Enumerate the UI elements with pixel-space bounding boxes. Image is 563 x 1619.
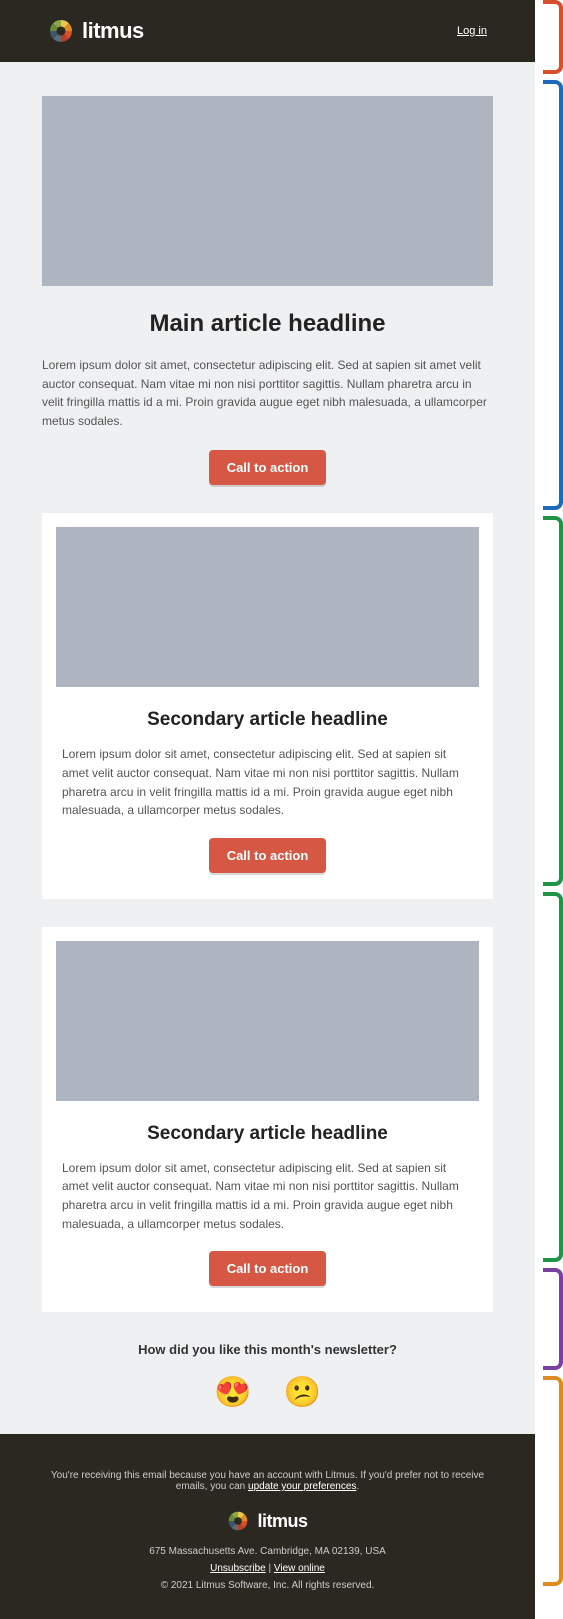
- unsubscribe-link[interactable]: Unsubscribe: [210, 1563, 266, 1574]
- logo-icon: [227, 1510, 249, 1532]
- footer-separator: |: [266, 1563, 274, 1574]
- feedback-section: How did you like this month's newsletter…: [0, 1312, 535, 1410]
- email-footer: You're receiving this email because you …: [0, 1434, 535, 1619]
- card-body-text: Lorem ipsum dolor sit amet, consectetur …: [56, 1159, 479, 1233]
- card-headline: Secondary article headline: [56, 709, 479, 731]
- feedback-negative-icon[interactable]: 😕: [284, 1375, 321, 1410]
- feedback-positive-icon[interactable]: 😍: [214, 1375, 251, 1410]
- card-headline: Secondary article headline: [56, 1123, 479, 1145]
- footer-copyright: © 2021 Litmus Software, Inc. All rights …: [48, 1580, 487, 1591]
- main-article-image: [42, 96, 493, 286]
- card-image: [56, 941, 479, 1101]
- email-header: litmus Log in: [0, 0, 535, 62]
- brand-name: litmus: [82, 18, 144, 44]
- card-cta-button[interactable]: Call to action: [209, 838, 327, 873]
- main-cta-button[interactable]: Call to action: [209, 450, 327, 485]
- section-bracket: [543, 0, 563, 74]
- main-headline: Main article headline: [42, 310, 493, 338]
- brand-logo: litmus: [48, 18, 144, 44]
- section-bracket: [543, 516, 563, 886]
- footer-reason-suffix: .: [356, 1481, 359, 1492]
- logo-icon: [48, 18, 74, 44]
- section-bracket: [543, 1376, 563, 1586]
- footer-brand-name: litmus: [257, 1511, 307, 1532]
- login-link[interactable]: Log in: [457, 25, 487, 37]
- footer-links: Unsubscribe | View online: [48, 1563, 487, 1574]
- footer-logo: litmus: [48, 1510, 487, 1532]
- card-body-text: Lorem ipsum dolor sit amet, consectetur …: [56, 745, 479, 819]
- footer-address: 675 Massachusetts Ave. Cambridge, MA 021…: [48, 1546, 487, 1557]
- secondary-article-card: Secondary article headline Lorem ipsum d…: [42, 513, 493, 898]
- main-body-text: Lorem ipsum dolor sit amet, consectetur …: [42, 356, 493, 430]
- feedback-question: How did you like this month's newsletter…: [0, 1342, 535, 1357]
- view-online-link[interactable]: View online: [274, 1563, 325, 1574]
- section-bracket: [543, 80, 563, 510]
- email-body: Main article headline Lorem ipsum dolor …: [0, 62, 535, 1434]
- main-article: Main article headline Lorem ipsum dolor …: [0, 96, 535, 485]
- section-bracket: [543, 1268, 563, 1370]
- section-brackets: [535, 0, 563, 1619]
- card-image: [56, 527, 479, 687]
- secondary-article-card: Secondary article headline Lorem ipsum d…: [42, 927, 493, 1312]
- card-cta-button[interactable]: Call to action: [209, 1251, 327, 1286]
- footer-reason: You're receiving this email because you …: [48, 1470, 487, 1492]
- section-bracket: [543, 892, 563, 1262]
- update-preferences-link[interactable]: update your preferences: [248, 1481, 356, 1492]
